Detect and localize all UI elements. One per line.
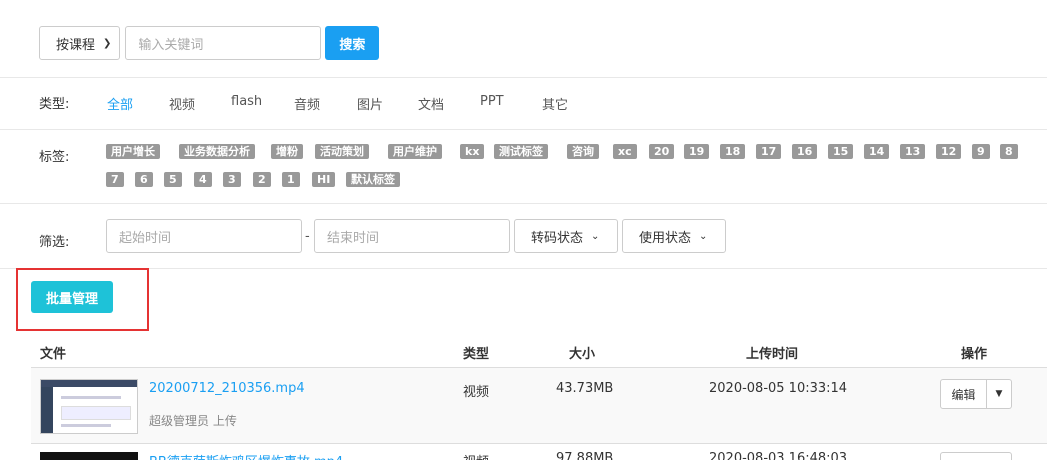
table-row [31,368,1047,443]
tag-item[interactable]: 7 [106,172,124,187]
tag-item[interactable]: 1 [282,172,300,187]
end-date-placeholder: 结束时间 [327,230,380,246]
type-item-video[interactable]: 视频 [169,94,195,113]
search-mode-value: 按课程 [56,37,96,53]
column-header-upload-time: 上传时间 [746,347,799,362]
tag-item[interactable]: 17 [756,144,782,159]
tag-item[interactable]: 19 [684,144,710,159]
tag-item[interactable]: 用户增长 [106,144,160,159]
start-date-placeholder: 起始时间 [119,230,172,246]
tag-item[interactable]: 6 [135,172,153,187]
tag-item[interactable]: 默认标签 [346,172,400,187]
column-header-type: 类型 [463,347,490,362]
action-dropdown-toggle[interactable]: ▼ [987,379,1012,409]
tag-item[interactable]: 用户维护 [388,144,442,159]
tag-item[interactable]: xc [613,144,637,159]
tag-item[interactable]: 20 [649,144,675,159]
file-name-link[interactable]: BB德克萨斯炸鸡区爆炸事故.mp4 [149,451,343,460]
search-placeholder: 输入关键词 [138,37,204,53]
tag-item[interactable]: 增粉 [271,144,303,159]
action-button-group[interactable] [940,452,1012,460]
tag-item[interactable]: 活动策划 [315,144,369,159]
search-bar: 按课程 ❯ 输入关键词 搜索 [39,26,380,60]
action-button-group: 编辑 ▼ [940,379,1012,409]
file-type: 视频 [463,385,490,400]
type-item-audio[interactable]: 音频 [294,94,320,113]
date-separator: - [305,229,310,244]
usage-status-select[interactable]: 使用状态 ⌄ [622,219,726,253]
tag-item[interactable]: 2 [253,172,271,187]
upload-time: 2020-08-03 16:48:03 [709,451,848,460]
tag-item[interactable]: 测试标签 [494,144,548,159]
divider [0,203,1047,204]
chevron-down-icon: ⌄ [699,230,708,242]
uploader-text: 超级管理员 上传 [149,414,237,428]
file-type: 视频 [463,451,489,460]
tag-item[interactable]: 15 [828,144,854,159]
type-item-all[interactable]: 全部 [107,94,133,113]
start-date-input[interactable]: 起始时间 [106,219,302,253]
chevron-down-icon: ⌄ [591,230,600,242]
transcode-status-select[interactable]: 转码状态 ⌄ [514,219,618,253]
type-filter-row: 类型: [39,93,70,112]
tag-item[interactable]: 16 [792,144,818,159]
video-thumbnail[interactable] [40,379,138,434]
divider [0,77,1047,78]
search-mode-select[interactable]: 按课程 ❯ [39,26,121,60]
column-header-size: 大小 [569,347,596,362]
tag-item[interactable]: HI [312,172,336,187]
search-input[interactable]: 输入关键词 [125,26,322,60]
tag-item[interactable]: 9 [972,144,990,159]
tag-item[interactable]: 5 [164,172,182,187]
type-label: 类型: [39,96,70,112]
type-item-other[interactable]: 其它 [542,94,568,113]
edit-button[interactable]: 编辑 [940,379,987,409]
upload-time: 2020-08-05 10:33:14 [709,381,848,396]
tag-item[interactable]: 咨询 [567,144,599,159]
file-size: 97.88MB [556,451,614,460]
tag-item[interactable]: kx [460,144,485,159]
tag-item[interactable]: 13 [900,144,926,159]
tag-label: 标签: [39,150,70,165]
end-date-input[interactable]: 结束时间 [314,219,510,253]
tag-item[interactable]: 12 [936,144,962,159]
file-size: 43.73MB [556,381,614,396]
search-button[interactable]: 搜索 [325,26,380,60]
usage-status-value: 使用状态 [639,230,692,246]
type-item-flash[interactable]: flash [231,94,262,109]
tag-item[interactable]: 18 [720,144,746,159]
type-item-ppt[interactable]: PPT [480,94,504,109]
column-header-file: 文件 [40,347,67,362]
type-item-document[interactable]: 文档 [418,94,444,113]
transcode-status-value: 转码状态 [531,230,584,246]
tag-item[interactable]: 业务数据分析 [179,144,255,159]
chevron-down-icon: ❯ [103,37,112,49]
tag-item[interactable]: 14 [864,144,890,159]
filter-label: 筛选: [39,235,70,250]
tag-item[interactable]: 3 [223,172,241,187]
divider [0,129,1047,130]
tag-item[interactable]: 4 [194,172,212,187]
caret-down-icon: ▼ [995,389,1003,399]
column-header-action: 操作 [961,347,988,362]
file-name-link[interactable]: 20200712_210356.mp4 [149,381,305,396]
divider [31,443,1047,444]
tag-item[interactable]: 8 [1000,144,1018,159]
divider [0,268,1047,269]
batch-manage-button[interactable]: 批量管理 [31,281,113,313]
video-thumbnail[interactable] [40,452,138,460]
type-item-image[interactable]: 图片 [357,94,383,113]
